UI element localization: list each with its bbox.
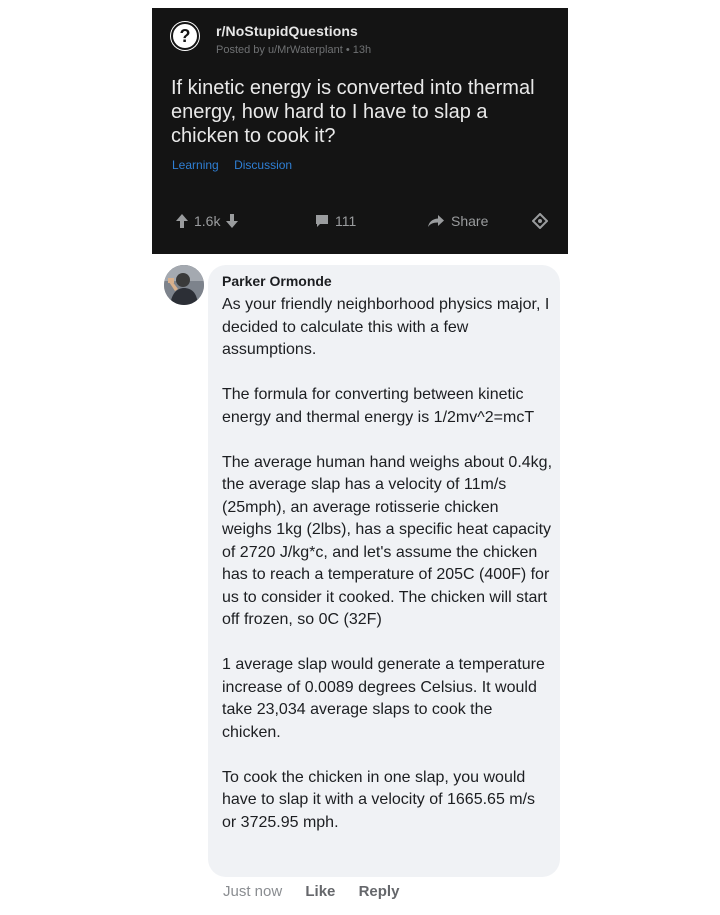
page: ? r/NoStupidQuestions Posted by u/MrWate… <box>0 0 720 915</box>
share-button[interactable]: Share <box>427 213 488 229</box>
comment-count: 111 <box>335 213 357 229</box>
vote-count: 1.6k <box>194 213 221 229</box>
post-title[interactable]: If kinetic energy is converted into ther… <box>171 76 556 148</box>
comment-body: As your friendly neighborhood physics ma… <box>222 294 552 834</box>
award-button[interactable] <box>532 213 548 229</box>
share-label: Share <box>451 213 489 229</box>
arrow-up-icon[interactable] <box>176 214 188 228</box>
reddit-post-card: ? r/NoStupidQuestions Posted by u/MrWate… <box>152 8 568 254</box>
share-arrow-icon <box>427 214 445 228</box>
comment-timestamp[interactable]: Just now <box>223 883 282 900</box>
award-icon <box>532 213 548 229</box>
comments-button[interactable]: 111 <box>315 213 356 229</box>
flair-discussion[interactable]: Discussion <box>234 158 292 172</box>
screenshot-frame: ? r/NoStupidQuestions Posted by u/MrWate… <box>152 8 568 905</box>
comment-paragraph: 1 average slap would generate a temperat… <box>222 656 545 741</box>
like-button[interactable]: Like <box>305 883 335 900</box>
subreddit-question-icon[interactable]: ? <box>171 22 199 50</box>
comment-paragraph: To cook the chicken in one slap, you wou… <box>222 768 536 831</box>
comment-bubble: Parker Ormonde As your friendly neighbor… <box>208 265 560 877</box>
vote-group: 1.6k <box>176 213 239 229</box>
commenter-avatar[interactable] <box>164 265 204 305</box>
subreddit-name[interactable]: r/NoStupidQuestions <box>216 23 358 39</box>
flair-row: Learning Discussion <box>172 158 304 172</box>
comment-paragraph: As your friendly neighborhood physics ma… <box>222 296 550 358</box>
comment-footer: Just now Like Reply <box>223 883 418 900</box>
posted-by-line: Posted by u/MrWaterplant • 13h <box>216 44 372 56</box>
comment-paragraph: The formula for converting between kinet… <box>222 386 535 426</box>
comment-paragraph: The average human hand weighs about 0.4k… <box>222 453 553 629</box>
reply-button[interactable]: Reply <box>359 883 400 900</box>
flair-learning[interactable]: Learning <box>172 158 219 172</box>
arrow-down-icon[interactable] <box>226 214 239 228</box>
post-action-bar: 1.6k 111 Share <box>152 213 568 235</box>
comment-bubble-icon <box>315 214 329 228</box>
comment-author[interactable]: Parker Ormonde <box>222 273 332 289</box>
